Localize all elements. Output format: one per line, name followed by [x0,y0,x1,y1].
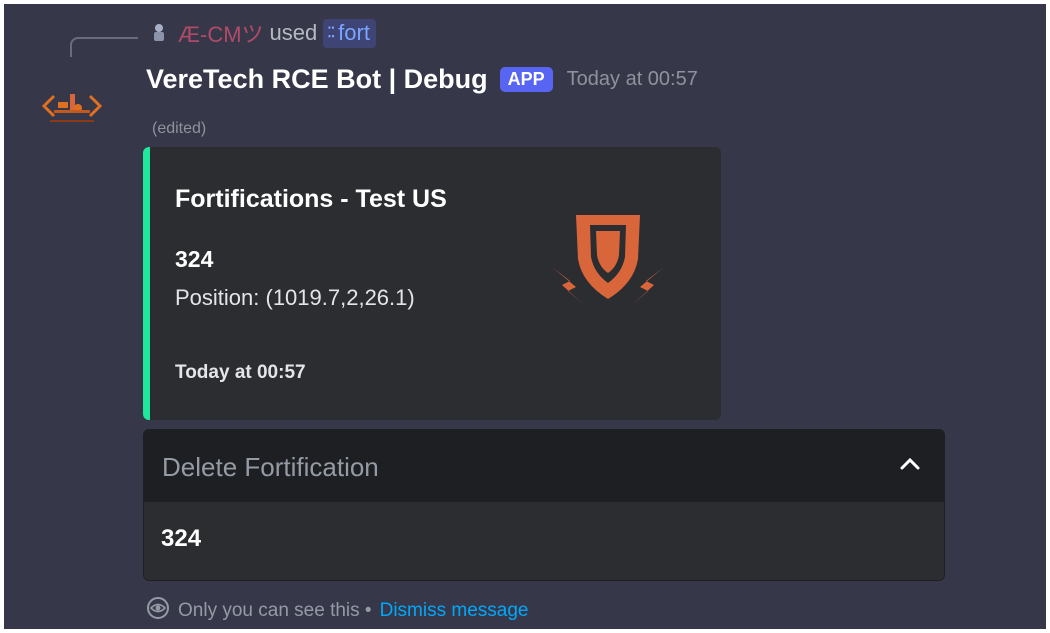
embed-position: Position: (1019.7,2,26.1) [175,285,415,310]
command-name: fort [338,19,370,45]
shield-lightning-icon[interactable] [548,207,668,317]
edited-label: (edited) [152,120,207,137]
message-header: VereTech RCE Bot | Debug APP Today at 00… [146,64,698,95]
embed-accent-bar [143,147,150,420]
fortification-embed: Fortifications - Test US 324 Position: (… [143,147,721,420]
select-option-label: 324 [161,525,202,552]
ephemeral-notice: Only you can see this • Dismiss message [146,596,528,626]
select-header[interactable]: Delete Fortification [144,430,944,502]
embed-title: Fortifications - Test US [175,185,447,213]
ephemeral-text: Only you can see this • [178,600,372,621]
select-placeholder: Delete Fortification [162,452,379,482]
delete-fortification-select[interactable]: Delete Fortification 324 [143,429,945,581]
message-timestamp[interactable]: Today at 00:57 [567,68,698,91]
bot-name[interactable]: VereTech RCE Bot | Debug [146,64,488,95]
bot-avatar[interactable] [40,84,104,136]
slash-command-icon: ⁚⁚ [327,24,335,40]
reply-context[interactable]: Æ-CMツ used ⁚⁚ fort [146,18,376,48]
dismiss-message-link[interactable]: Dismiss message [380,600,529,622]
chevron-up-icon[interactable] [896,450,924,478]
reply-verb: used [269,20,318,45]
embed-fort-number: 324 [175,246,214,272]
embed-footer-time: Today at 00:57 [175,362,306,383]
select-option[interactable]: 324 [144,503,944,580]
user-avatar-icon[interactable] [146,20,172,46]
slash-command-chip[interactable]: ⁚⁚ fort [323,18,376,48]
chat-window: Æ-CMツ used ⁚⁚ fort VereTech RCE Bot | De… [4,4,1046,629]
eye-icon [146,596,170,626]
app-badge: APP [499,67,553,92]
reply-connector-line [70,37,138,57]
reply-username[interactable]: Æ-CMツ [178,17,264,49]
